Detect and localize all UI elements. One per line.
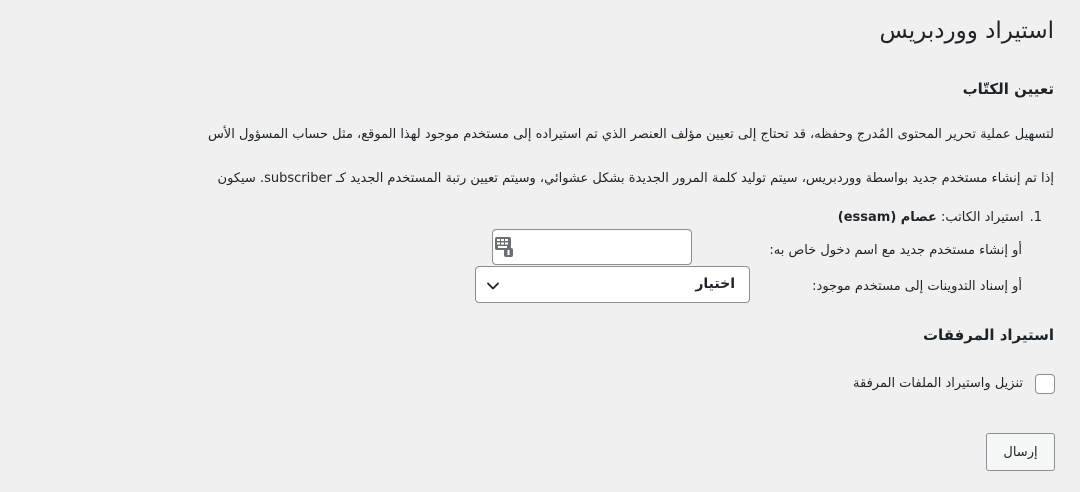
download-attachments-label[interactable]: تنزيل واستيراد الملفات المرفقة — [853, 376, 1023, 391]
submit-button[interactable]: إرسال — [986, 433, 1055, 471]
new-user-label: أو إنشاء مستخدم جديد مع اسم دخول خاص به: — [769, 243, 1022, 258]
authors-description: لتسهيل عملية تحرير المحتوى المُدرج وحفظه… — [207, 127, 1054, 142]
existing-user-label: أو إسناد التدوينات إلى مستخدم موجود: — [812, 279, 1022, 294]
keyboard-icon[interactable] — [494, 236, 514, 258]
author-name: عصام (essam) — [837, 210, 937, 225]
chevron-down-icon — [486, 278, 500, 292]
author-label: استيراد الكاتب: — [941, 210, 1024, 225]
author-item: 1. استيراد الكاتب: عصام (essam) — [838, 210, 1042, 225]
page-title: استيراد ووردبريس — [879, 18, 1054, 44]
existing-user-select[interactable]: اختيار — [475, 266, 750, 303]
authors-section-title: تعيين الكتّاب — [962, 80, 1054, 98]
attachments-section-title: استيراد المرفقات — [922, 326, 1054, 344]
existing-user-select-value: اختيار — [695, 276, 735, 292]
download-attachments-checkbox[interactable] — [1035, 374, 1055, 394]
author-number: 1. — [1029, 210, 1042, 225]
new-user-note: إذا تم إنشاء مستخدم جديد بواسطة ووردبريس… — [217, 171, 1054, 186]
new-user-login-input[interactable] — [492, 229, 692, 265]
